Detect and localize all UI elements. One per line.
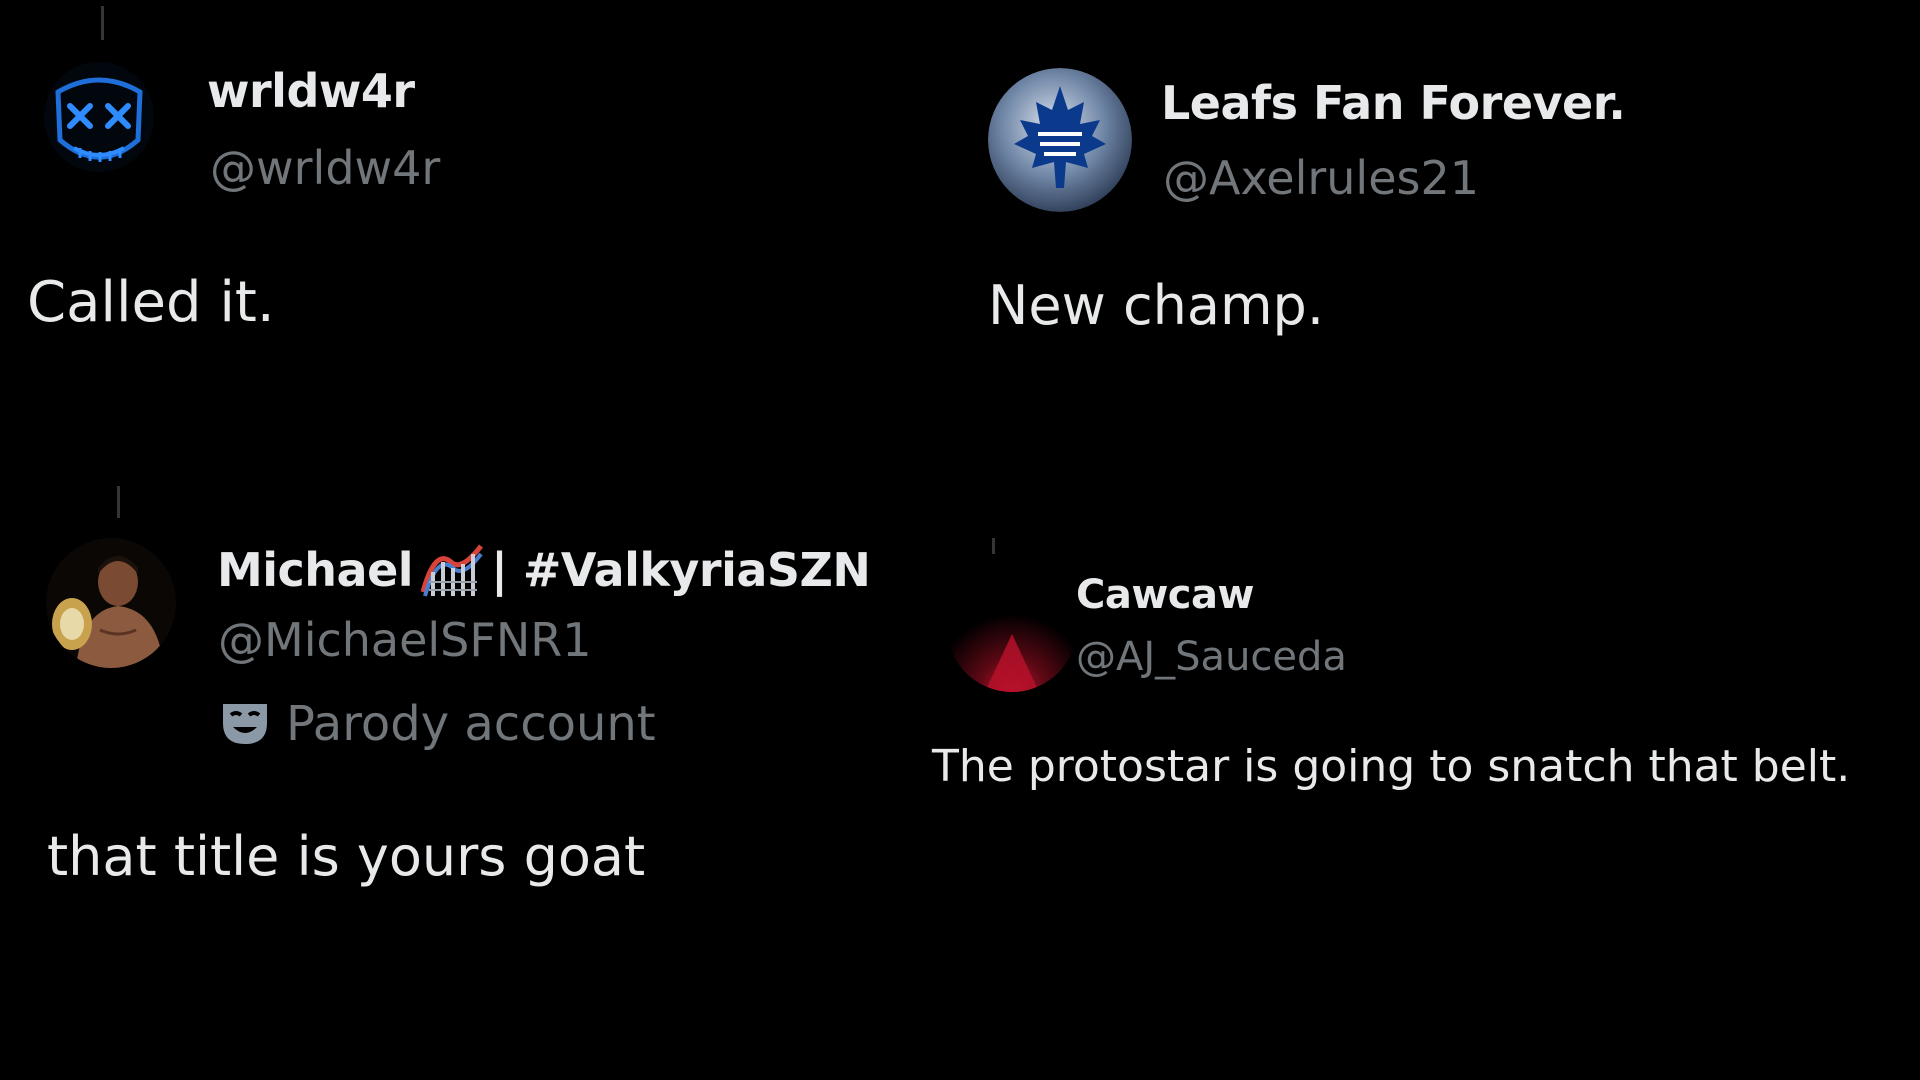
user-handle[interactable]: @AJ_Sauceda xyxy=(1076,634,1347,680)
reply-text: The protostar is going to snatch that be… xyxy=(932,741,1851,792)
display-name[interactable]: Michael | #ValkyriaSZN xyxy=(217,542,871,598)
thread-line xyxy=(117,486,120,518)
user-handle[interactable]: @Axelrules21 xyxy=(1163,151,1479,205)
reply-wrldw4r[interactable]: wrldw4r @wrldw4r Called it. xyxy=(0,0,940,420)
display-name[interactable]: wrldw4r xyxy=(207,64,415,118)
reply-axelrules21[interactable]: Leafs Fan Forever. @Axelrules21 New cham… xyxy=(940,0,1920,420)
wrestler-with-belt-avatar[interactable] xyxy=(46,538,176,668)
thread-line xyxy=(101,6,104,40)
reply-michaelsfnr1[interactable]: Michael | #ValkyriaSZN @MichaelSFNR1 Par… xyxy=(0,440,920,940)
display-name-suffix: | #ValkyriaSZN xyxy=(491,543,871,597)
display-name-text: Michael xyxy=(217,543,414,597)
thread-line xyxy=(992,538,995,554)
roller-coaster-icon xyxy=(421,544,484,597)
parody-account-badge: Parody account xyxy=(220,696,656,752)
display-name[interactable]: Cawcaw xyxy=(1076,572,1254,618)
maple-leafs-logo-avatar[interactable] xyxy=(988,68,1132,212)
wrestler-icon xyxy=(46,538,176,668)
user-handle[interactable]: @MichaelSFNR1 xyxy=(218,613,591,667)
neon-mask-icon xyxy=(44,62,154,172)
reply-text: New champ. xyxy=(988,274,1324,337)
glow-icon xyxy=(947,562,1077,692)
reply-aj-sauceda[interactable]: Cawcaw @AJ_Sauceda The protostar is goin… xyxy=(920,440,1920,940)
neon-x-mask-avatar[interactable] xyxy=(44,62,154,172)
reply-text: that title is yours goat xyxy=(47,825,646,888)
theater-mask-icon xyxy=(223,704,267,744)
parody-label: Parody account xyxy=(286,696,656,752)
dark-red-glow-avatar[interactable] xyxy=(947,562,1077,692)
user-handle[interactable]: @wrldw4r xyxy=(210,141,440,195)
display-name[interactable]: Leafs Fan Forever. xyxy=(1161,76,1626,130)
reply-text: Called it. xyxy=(27,270,275,335)
maple-leaf-icon xyxy=(988,68,1132,212)
